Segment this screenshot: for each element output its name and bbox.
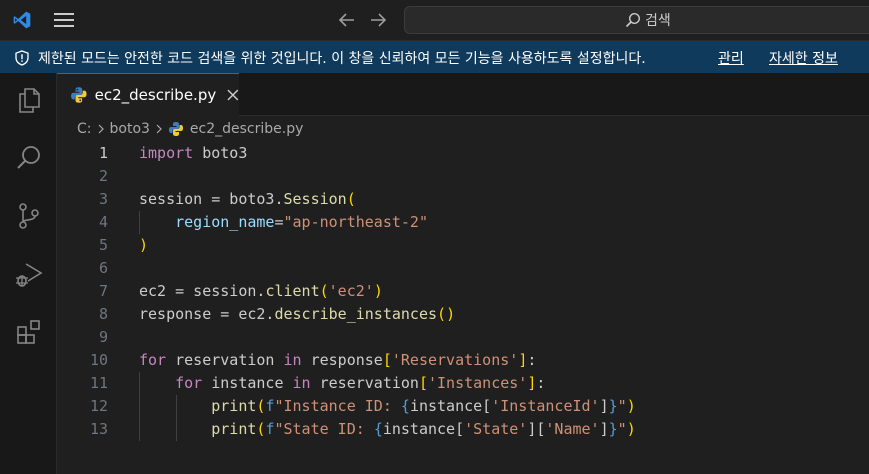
hamburger-menu-icon[interactable] xyxy=(54,13,74,27)
code-text[interactable]: region_name="ap-northeast-2" xyxy=(139,211,428,234)
code-line[interactable]: 4 region_name="ap-northeast-2" xyxy=(57,211,869,234)
line-number: 10 xyxy=(89,351,108,369)
line-number: 11 xyxy=(89,374,108,392)
code-line[interactable]: 12 print(f"Instance ID: {instance['Insta… xyxy=(57,395,869,418)
code-text[interactable]: for instance in reservation['Instances']… xyxy=(139,372,545,395)
breadcrumb-drive[interactable]: C: xyxy=(77,121,92,137)
chevron-right-icon xyxy=(98,124,104,134)
line-number: 7 xyxy=(98,282,108,300)
breadcrumb-folder[interactable]: boto3 xyxy=(110,121,150,137)
line-number: 3 xyxy=(98,190,108,208)
breadcrumb-file[interactable]: ec2_describe.py xyxy=(190,121,303,137)
arrow-left-icon[interactable] xyxy=(338,12,356,28)
code-text[interactable]: response = ec2.describe_instances() xyxy=(139,303,455,326)
arrow-right-icon[interactable] xyxy=(369,12,387,28)
line-number: 12 xyxy=(89,397,108,415)
code-line[interactable]: 6 xyxy=(57,257,869,280)
restricted-mode-banner: 제한된 모드는 안전한 코드 검색을 위한 것입니다. 이 창을 신뢰하여 모든… xyxy=(0,41,869,73)
code-line[interactable]: 13 print(f"State ID: {instance['State'][… xyxy=(57,418,869,441)
search-content: 검색 xyxy=(625,11,671,29)
code-text[interactable]: ec2 = session.client('ec2') xyxy=(139,280,383,303)
code-line[interactable]: 7 ec2 = session.client('ec2') xyxy=(57,280,869,303)
files-icon xyxy=(19,88,40,113)
code-line[interactable]: 2 xyxy=(57,165,869,188)
line-number: 6 xyxy=(98,259,108,277)
extensions-icon xyxy=(17,320,40,344)
code-line[interactable]: 9 xyxy=(57,326,869,349)
code-text[interactable]: print(f"Instance ID: {instance['Instance… xyxy=(139,395,635,418)
manage-link[interactable]: 관리 xyxy=(718,48,744,68)
line-number: 1 xyxy=(98,144,108,162)
search-label: 검색 xyxy=(645,13,671,29)
source-control-icon xyxy=(19,203,39,229)
code-line[interactable]: 5) xyxy=(57,234,869,257)
activity-explorer[interactable] xyxy=(14,85,44,115)
banner-message: 제한된 모드는 안전한 코드 검색을 위한 것입니다. 이 창을 신뢰하여 모든… xyxy=(38,51,646,67)
line-number: 8 xyxy=(98,305,108,323)
code-text[interactable]: for reservation in response['Reservation… xyxy=(139,349,536,372)
code-text[interactable]: session = boto3.Session( xyxy=(139,188,356,211)
learn-more-link[interactable]: 자세한 정보 xyxy=(769,48,838,68)
chevron-right-icon xyxy=(156,124,162,134)
tab-label: ec2_describe.py xyxy=(94,86,217,104)
title-bar: 검색 xyxy=(0,0,869,41)
shield-icon xyxy=(15,50,29,66)
line-number: 2 xyxy=(98,167,108,185)
vscode-logo-icon[interactable] xyxy=(12,10,32,30)
code-text[interactable]: import boto3 xyxy=(139,142,247,165)
breadcrumb: C: boto3 ec2_describe.py xyxy=(57,116,869,142)
code-editor[interactable]: 1 import boto3 2 3 session = boto3.Session(4… xyxy=(57,142,869,474)
python-icon xyxy=(71,87,87,103)
line-number: 5 xyxy=(98,236,108,254)
code-text[interactable]: print(f"State ID: {instance['State']['Na… xyxy=(139,418,635,441)
command-center-search[interactable]: 검색 xyxy=(404,6,869,34)
code-text[interactable]: ) xyxy=(139,234,148,257)
tab-ec2-describe[interactable]: ec2_describe.py xyxy=(57,73,239,116)
code-line[interactable]: 11 for instance in reservation['Instance… xyxy=(57,372,869,395)
activity-run-debug[interactable] xyxy=(14,259,44,289)
line-number: 4 xyxy=(98,213,108,231)
code-line[interactable]: 10 for reservation in response['Reservati… xyxy=(57,349,869,372)
code-line[interactable]: 8 response = ec2.describe_instances() xyxy=(57,303,869,326)
activity-extensions[interactable] xyxy=(14,317,44,347)
code-line[interactable]: 1 import boto3 xyxy=(57,142,869,165)
search-icon xyxy=(625,12,641,28)
editor-tab-bar: ec2_describe.py xyxy=(57,73,869,116)
run-debug-icon xyxy=(16,263,43,287)
activity-bar xyxy=(0,73,57,474)
close-icon[interactable] xyxy=(227,89,239,101)
activity-source-control[interactable] xyxy=(14,201,44,231)
activity-search[interactable] xyxy=(14,143,44,173)
line-number: 13 xyxy=(89,420,108,438)
python-icon xyxy=(168,122,183,136)
search-icon xyxy=(17,146,40,169)
code-line[interactable]: 3 session = boto3.Session( xyxy=(57,188,869,211)
line-number: 9 xyxy=(98,328,108,346)
